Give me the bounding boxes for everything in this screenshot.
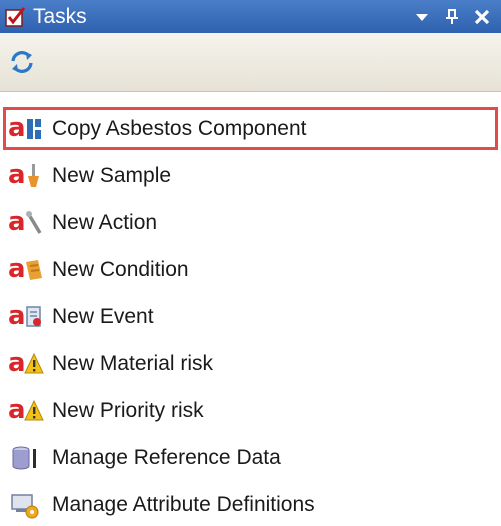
action-icon: a [8,208,44,238]
task-label: Manage Reference Data [52,445,281,469]
tasks-checkbox-icon [5,6,27,28]
database-icon [8,443,44,473]
priority-risk-icon: a [8,396,44,426]
task-new-material-risk[interactable]: a New Material risk [3,342,498,385]
task-label: Copy Asbestos Component [52,116,307,140]
task-new-condition[interactable]: a New Condition [3,248,498,291]
task-new-priority-risk[interactable]: a New Priority risk [3,389,498,432]
attribute-definitions-icon [8,490,44,520]
pin-icon[interactable] [437,3,467,31]
task-new-action[interactable]: a New Action [3,201,498,244]
task-label: New Material risk [52,351,214,375]
panel-title: Tasks [33,5,87,28]
titlebar-controls [407,0,497,33]
task-copy-asbestos-component[interactable]: a Copy Asbestos Component [3,107,498,150]
task-label: New Action [52,210,158,234]
task-label: New Priority risk [52,398,204,422]
material-risk-icon: a [8,349,44,379]
task-manage-attribute-definitions[interactable]: Manage Attribute Definitions [3,483,498,526]
task-new-sample[interactable]: a New Sample [3,154,498,197]
condition-icon: a [8,255,44,285]
sample-icon: a [8,161,44,191]
panel-titlebar: Tasks [0,0,501,33]
tasks-panel: Tasks a Copy Asbestos Component a New Sa… [0,0,501,519]
task-list: a Copy Asbestos Component a New Sample a… [0,92,501,526]
copy-component-icon: a [8,114,44,144]
task-label: New Event [52,304,154,328]
event-icon: a [8,302,44,332]
panel-toolbar [0,33,501,92]
task-label: New Condition [52,257,189,281]
dropdown-icon[interactable] [407,3,437,31]
close-icon[interactable] [467,3,497,31]
task-label: Manage Attribute Definitions [52,492,315,516]
task-manage-reference-data[interactable]: Manage Reference Data [3,436,498,479]
task-new-event[interactable]: a New Event [3,295,498,338]
refresh-icon[interactable] [6,46,38,78]
task-label: New Sample [52,163,172,187]
